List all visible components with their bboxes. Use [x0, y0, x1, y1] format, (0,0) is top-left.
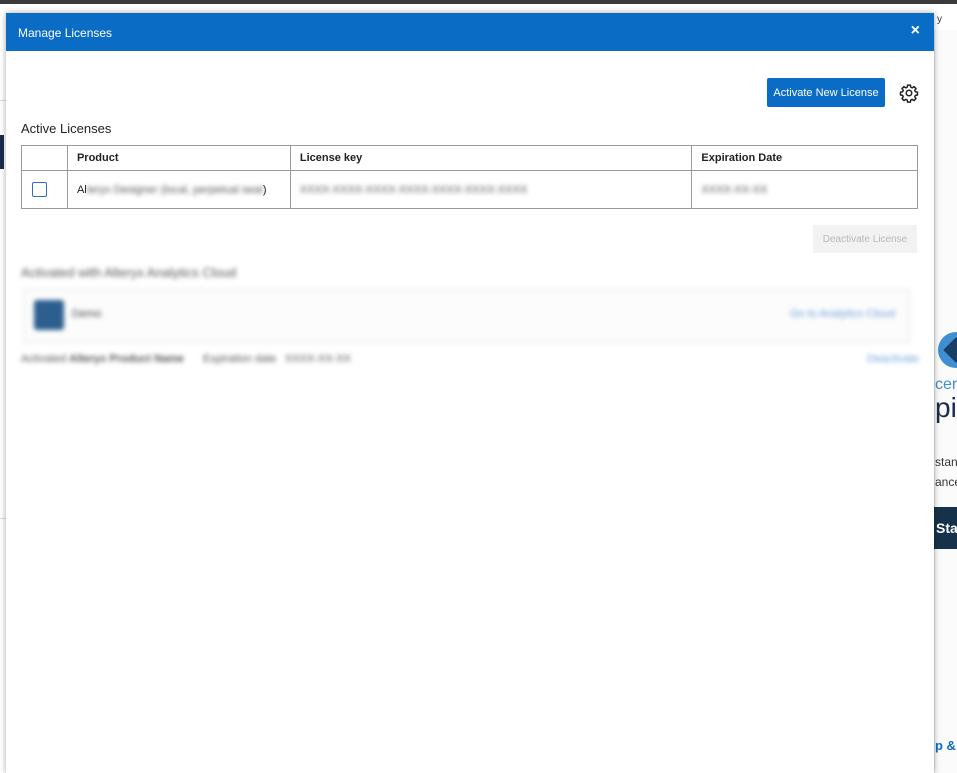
cloud-deactivate-link[interactable]: Deactivate — [867, 353, 919, 365]
licenses-table: Product License key Expiration Date Alte… — [21, 145, 918, 209]
table-header-row: Product License key Expiration Date — [21, 145, 918, 171]
manage-licenses-dialog: Manage Licenses × Activate New License A… — [6, 13, 934, 773]
background-text: pi — [935, 392, 957, 423]
cloud-workspace-card: Demo Go to Analytics Cloud — [23, 289, 910, 343]
deactivate-license-button[interactable]: Deactivate License — [813, 225, 917, 253]
license-key-redacted: XXXX-XXXX-XXXX-XXXX-XXXX-XXXX-XXXX — [299, 183, 528, 196]
workspace-icon — [34, 300, 64, 330]
product-name: Al — [76, 183, 87, 196]
background-start-button: Star — [934, 507, 957, 549]
background-top-text: y — [937, 14, 942, 25]
cloud-row-expiration-value: XXXX-XX-XX — [285, 353, 352, 365]
background-text: stan — [935, 455, 957, 469]
product-cell: Alteryx Designer (local, perpetual seat) — [66, 170, 291, 209]
background-nav-marker — [0, 135, 4, 169]
cloud-row-expiration-label: Expiration date — [203, 353, 277, 365]
background-logo-icon — [936, 330, 957, 370]
select-column-header — [21, 145, 68, 171]
expiration-date-redacted: XXXX-XX-XX — [701, 183, 768, 196]
column-header-license-key: License key — [289, 145, 693, 171]
row-select-cell — [21, 170, 68, 209]
table-row[interactable]: Alteryx Designer (local, perpetual seat)… — [21, 170, 918, 209]
dialog-title: Manage Licenses — [18, 26, 113, 40]
license-key-cell: XXXX-XXXX-XXXX-XXXX-XXXX-XXXX-XXXX — [289, 170, 693, 209]
product-name-tail: ) — [262, 183, 267, 196]
expiration-date-cell: XXXX-XX-XX — [691, 170, 918, 209]
go-to-cloud-link[interactable]: Go to Analytics Cloud — [790, 308, 895, 320]
row-checkbox[interactable] — [32, 182, 47, 197]
cloud-row-label: Activated — [21, 353, 67, 365]
gear-icon[interactable] — [899, 83, 919, 103]
background-link: p & F — [935, 738, 957, 753]
column-header-product: Product — [66, 145, 291, 171]
background-text: ance — [935, 475, 957, 489]
cloud-row-product: Alteryx Product Name — [69, 353, 184, 365]
column-header-expiration-date: Expiration Date — [691, 145, 918, 171]
cloud-section-title: Activated with Alteryx Analytics Cloud — [21, 265, 237, 280]
product-name-redacted: teryx Designer (local, perpetual seat — [86, 183, 263, 196]
analytics-cloud-section: Activated with Alteryx Analytics Cloud D… — [21, 263, 919, 373]
workspace-name: Demo — [72, 308, 102, 320]
close-icon[interactable]: × — [911, 22, 920, 40]
activate-new-license-button[interactable]: Activate New License — [767, 78, 885, 107]
active-licenses-heading: Active Licenses — [21, 121, 112, 136]
dialog-header: Manage Licenses × — [6, 13, 934, 51]
